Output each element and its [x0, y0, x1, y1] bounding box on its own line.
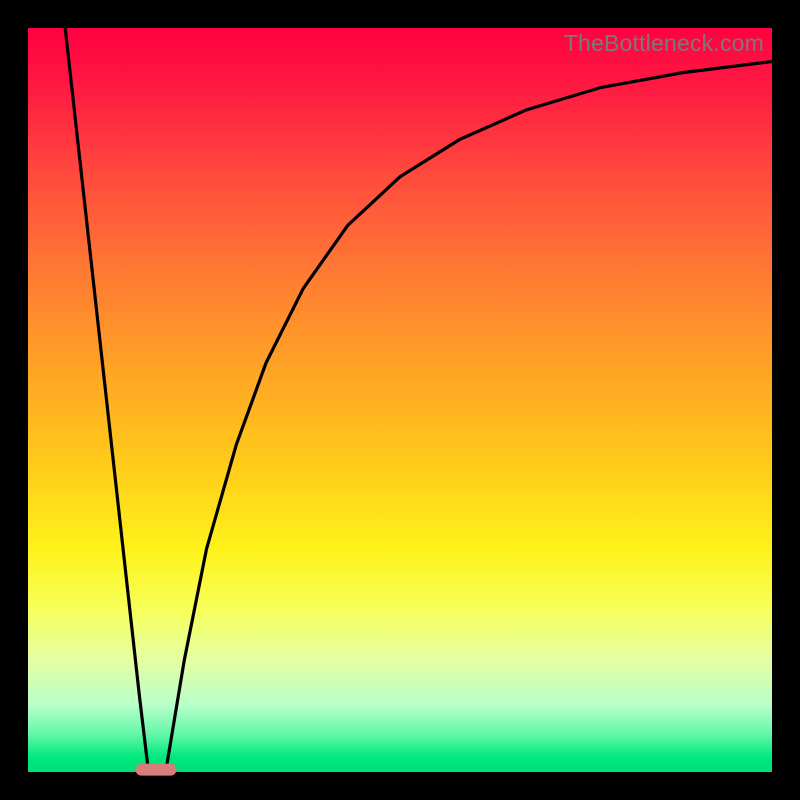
right-branch-line	[166, 61, 772, 772]
curve-layer	[28, 28, 772, 772]
left-branch-line	[65, 28, 148, 772]
optimal-point-marker	[136, 763, 177, 776]
chart-frame: TheBottleneck.com	[0, 0, 800, 800]
plot-area: TheBottleneck.com	[28, 28, 772, 772]
